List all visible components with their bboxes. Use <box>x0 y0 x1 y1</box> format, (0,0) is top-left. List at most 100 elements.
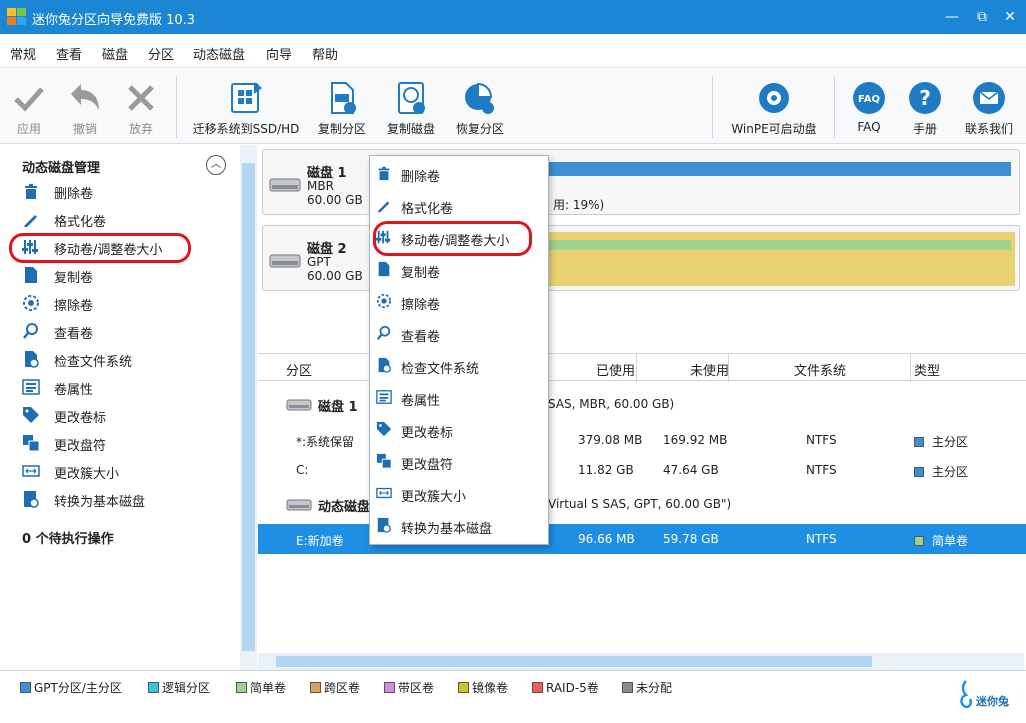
legend-label: 未分配 <box>636 681 673 695</box>
sidebar-item-change-cluster-size[interactable]: 更改簇大小 <box>22 459 232 483</box>
trash-icon <box>378 166 390 181</box>
copy-partition-icon <box>331 82 356 114</box>
svg-text:FAQ: FAQ <box>858 94 880 105</box>
migrate-os-icon <box>231 82 262 113</box>
column-partition[interactable]: 分区 <box>286 360 312 379</box>
maximize-button[interactable]: ⧉ <box>970 6 994 28</box>
cell-used: 11.82 GB <box>578 463 634 477</box>
hard-drive-icon <box>269 254 301 268</box>
legend-item: 简单卷 <box>236 679 286 696</box>
legend-item: RAID-5卷 <box>532 679 599 696</box>
faq-button[interactable]: FAQ FAQ <box>846 68 892 144</box>
menu-item-label: 卷属性 <box>401 394 441 409</box>
menu-item-explore-volume[interactable]: 查看卷 <box>370 318 548 348</box>
properties-list-icon <box>22 379 40 395</box>
sidebar-item-wipe-volume[interactable]: 擦除卷 <box>22 291 232 315</box>
menu-item-copy-volume[interactable]: 复制卷 <box>370 254 548 284</box>
pencil-icon <box>377 201 390 213</box>
sidebar-item-change-label[interactable]: 更改卷标 <box>22 403 232 427</box>
copy-disk-button[interactable]: 复制磁盘 <box>381 68 441 144</box>
type-swatch <box>914 536 924 546</box>
faq-icon: FAQ <box>853 82 885 114</box>
menu-dynamic-disk[interactable]: 动态磁盘 <box>193 44 245 63</box>
menu-item-check-file-system[interactable]: 检查文件系统 <box>370 350 548 380</box>
check-file-icon <box>25 351 39 368</box>
close-button[interactable]: ✕ <box>998 6 1022 28</box>
menu-view[interactable]: 查看 <box>56 44 82 63</box>
menu-item-wipe-volume[interactable]: 擦除卷 <box>370 286 548 316</box>
sidebar-item-format-volume[interactable]: 格式化卷 <box>22 207 232 231</box>
disk-group-detail: SAS, MBR, 60.00 GB) <box>548 397 675 411</box>
toolbar-divider <box>712 76 713 138</box>
menu-item-change-label[interactable]: 更改卷标 <box>370 414 548 444</box>
legend-swatch <box>236 682 247 693</box>
disk-group-label: 动态磁盘 <box>318 500 371 515</box>
scrollbar-thumb[interactable] <box>276 656 872 667</box>
discard-x-icon <box>128 85 154 111</box>
column-type[interactable]: 类型 <box>914 360 940 379</box>
left-panel-scrollbar[interactable] <box>240 145 257 670</box>
recover-partition-button[interactable]: 恢复分区 <box>450 68 510 144</box>
horizontal-scrollbar[interactable] <box>258 653 1024 670</box>
menu-item-volume-properties[interactable]: 卷属性 <box>370 382 548 412</box>
contact-us-label: 联系我们 <box>964 122 1013 136</box>
column-divider <box>636 354 637 382</box>
scrollbar-thumb[interactable] <box>242 163 255 651</box>
menu-partition[interactable]: 分区 <box>148 44 174 63</box>
copy-volume-icon <box>378 261 390 277</box>
disk-size: 60.00 GB <box>307 193 363 207</box>
undo-button[interactable]: 撤销 <box>60 68 110 144</box>
discard-button[interactable]: 放弃 <box>116 68 166 144</box>
collapse-chevron-icon[interactable]: ︿ <box>206 155 226 175</box>
column-used[interactable]: 已使用 <box>596 360 635 379</box>
menu-general[interactable]: 常规 <box>10 44 36 63</box>
window-title: 迷你兔分区向导免费版 10.3 <box>32 13 196 28</box>
menu-disk[interactable]: 磁盘 <box>102 44 128 63</box>
menu-item-convert-to-basic[interactable]: 转换为基本磁盘 <box>370 510 548 540</box>
menu-item-change-cluster-size[interactable]: 更改簇大小 <box>370 478 548 508</box>
winpe-bootable-button[interactable]: WinPE可启动盘 <box>726 68 822 144</box>
menu-help[interactable]: 帮助 <box>312 44 338 63</box>
migrate-os-button[interactable]: 迁移系统到SSD/HD <box>190 68 302 144</box>
rabbit-logo-icon <box>960 680 973 709</box>
column-divider <box>910 354 911 382</box>
trash-icon <box>25 184 37 199</box>
disk-group-label: 磁盘 1 <box>318 400 358 415</box>
contact-us-button[interactable]: 联系我们 <box>956 68 1022 144</box>
sidebar-item-delete-volume[interactable]: 删除卷 <box>22 179 232 203</box>
legend-swatch <box>384 682 395 693</box>
menu-item-label: 更改盘符 <box>401 458 454 473</box>
copy-partition-button[interactable]: 复制分区 <box>312 68 372 144</box>
legend-label: 镜像卷 <box>472 681 509 695</box>
migrate-os-label: 迁移系统到SSD/HD <box>192 122 300 136</box>
menu-wizard[interactable]: 向导 <box>266 44 292 63</box>
wipe-icon <box>23 295 39 311</box>
sidebar-item-copy-volume[interactable]: 复制卷 <box>22 263 232 287</box>
sidebar-item-explore-volume[interactable]: 查看卷 <box>22 319 232 343</box>
panel-heading: 动态磁盘管理 <box>22 161 101 176</box>
disk-type: MBR <box>307 179 334 193</box>
sidebar-item-change-drive-letter[interactable]: 更改盘符 <box>22 431 232 455</box>
context-menu: 删除卷 格式化卷 移动卷/调整卷大小 复制卷 擦除卷 查看卷 检查文件系统 卷属… <box>369 155 549 545</box>
undo-icon <box>71 84 99 110</box>
column-file-system[interactable]: 文件系统 <box>794 360 846 379</box>
menu-item-format-volume[interactable]: 格式化卷 <box>370 190 548 220</box>
menu-item-label: 转换为基本磁盘 <box>401 522 493 537</box>
apply-button[interactable]: 应用 <box>4 68 54 144</box>
hard-drive-icon <box>286 399 312 411</box>
properties-list-icon <box>376 390 392 404</box>
menu-item-change-drive-letter[interactable]: 更改盘符 <box>370 446 548 476</box>
sidebar-item-label: 更改卷标 <box>54 411 107 426</box>
minimize-button[interactable]: — <box>940 6 964 28</box>
cell-unused: 47.64 GB <box>663 463 719 477</box>
pencil-icon <box>24 215 37 227</box>
sidebar-item-convert-to-basic[interactable]: 转换为基本磁盘 <box>22 487 232 511</box>
check-file-icon <box>378 357 391 373</box>
column-unused[interactable]: 未使用 <box>690 360 729 379</box>
manual-button[interactable]: ? 手册 <box>902 68 948 144</box>
recover-partition-label: 恢复分区 <box>455 122 504 136</box>
sidebar-item-check-file-system[interactable]: 检查文件系统 <box>22 347 232 371</box>
menu-item-delete-volume[interactable]: 删除卷 <box>370 158 548 188</box>
highlight-annotation <box>9 233 191 263</box>
sidebar-item-volume-properties[interactable]: 卷属性 <box>22 375 232 399</box>
